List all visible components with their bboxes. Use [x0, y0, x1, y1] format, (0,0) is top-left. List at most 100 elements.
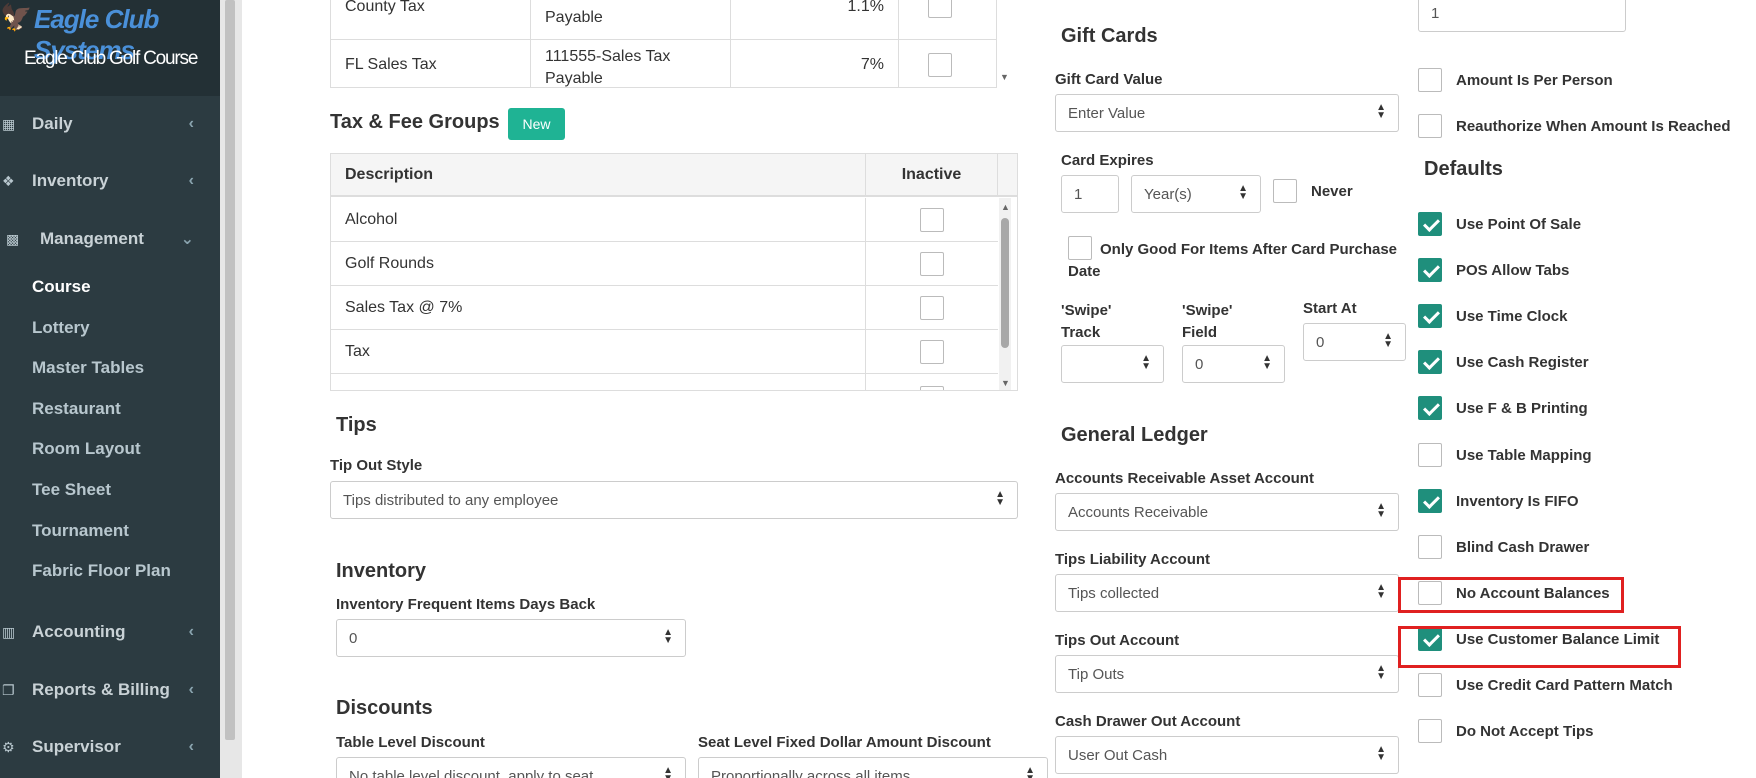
table-row[interactable]: Tax: [331, 330, 998, 374]
sidebar-subitem-lottery[interactable]: Lottery: [32, 318, 90, 338]
default-option-checkbox[interactable]: [1418, 396, 1442, 420]
tax-name: County Tax: [331, 0, 531, 39]
table-level-discount-select[interactable]: No table level discount, apply to seat ▲…: [336, 757, 686, 778]
group-inactive-cell: [866, 198, 998, 241]
amount-per-person-checkbox[interactable]: [1418, 68, 1442, 92]
scroll-up-arrow-icon[interactable]: ▲: [1001, 202, 1010, 212]
sidebar-subitem-fabric-floor-plan[interactable]: Fabric Floor Plan: [32, 561, 171, 581]
sidebar-item-label: Daily: [32, 114, 73, 133]
gear-icon: ⚙: [2, 738, 15, 755]
tips-liability-select[interactable]: Tips collected ▲ ▼: [1055, 574, 1399, 612]
scroll-down-arrow-icon[interactable]: ▼: [1001, 378, 1010, 388]
default-option-label: Use Time Clock: [1456, 307, 1568, 325]
never-expires-checkbox-row[interactable]: Never: [1273, 179, 1353, 203]
brand-header[interactable]: 🦅 Eagle Club Systems Eagle Club Golf Cou…: [0, 0, 220, 96]
inactive-checkbox[interactable]: [920, 251, 944, 276]
inactive-checkbox[interactable]: [928, 53, 952, 77]
ar-account-select[interactable]: Accounts Receivable ▲ ▼: [1055, 493, 1399, 531]
inactive-checkbox[interactable]: [920, 207, 944, 232]
tax-inactive-cell: [899, 40, 981, 87]
card-expires-number-input[interactable]: 1: [1061, 175, 1119, 213]
sidebar-item-reports-billing[interactable]: ❐ Reports & Billing ‹: [0, 665, 220, 715]
sidebar-subitem-master-tables[interactable]: Master Tables: [32, 358, 144, 378]
default-option-checkbox[interactable]: [1418, 535, 1442, 559]
reauthorize-checkbox[interactable]: [1418, 114, 1442, 138]
inventory-title: Inventory: [336, 560, 427, 582]
start-at-label: Start At: [1303, 300, 1357, 317]
inventory-days-back-select[interactable]: 0 ▲ ▼: [336, 619, 686, 657]
new-tax-fee-group-button[interactable]: New: [508, 108, 565, 140]
inactive-checkbox[interactable]: [920, 339, 944, 364]
group-inactive-cell: [866, 374, 998, 390]
seat-level-discount-value: Proportionally across all items: [711, 767, 911, 778]
default-option-row[interactable]: Do Not Accept Tips: [1418, 719, 1594, 743]
default-option-row[interactable]: Use Credit Card Pattern Match: [1418, 673, 1673, 697]
sidebar-item-accounting[interactable]: ▥ Accounting ‹: [0, 607, 220, 657]
default-option-checkbox[interactable]: [1418, 304, 1442, 328]
tips-out-select[interactable]: Tip Outs ▲ ▼: [1055, 655, 1399, 693]
default-option-row[interactable]: Use Table Mapping: [1418, 443, 1592, 467]
tip-out-style-select[interactable]: Tips distributed to any employee ▲ ▼: [330, 481, 1018, 519]
reauthorize-row[interactable]: Reauthorize When Amount Is Reached: [1418, 114, 1730, 138]
sidebar-subitem-tee-sheet[interactable]: Tee Sheet: [32, 480, 111, 500]
table-row[interactable]: [331, 374, 998, 390]
table-row[interactable]: Alcohol: [331, 198, 998, 242]
inactive-checkbox[interactable]: [920, 386, 944, 390]
sidebar-item-daily[interactable]: ▦ Daily ‹: [0, 99, 220, 149]
amount-per-person-row[interactable]: Amount Is Per Person: [1418, 68, 1613, 92]
default-option-checkbox[interactable]: [1418, 258, 1442, 282]
default-option-checkbox[interactable]: [1418, 212, 1442, 236]
sidebar-subitem-room-layout[interactable]: Room Layout: [32, 439, 141, 459]
default-option-row[interactable]: Use F & B Printing: [1418, 396, 1588, 420]
seat-level-discount-select[interactable]: Proportionally across all items ▲▼: [698, 757, 1048, 778]
table-row[interactable]: Sales Tax @ 7%: [331, 286, 998, 330]
sidebar-subitem-course[interactable]: Course: [32, 277, 91, 297]
default-option-row[interactable]: Use Time Clock: [1418, 304, 1567, 328]
default-option-checkbox[interactable]: [1418, 489, 1442, 513]
dashboard-icon: ▩: [6, 230, 20, 247]
col-inactive-header: Inactive: [866, 154, 998, 195]
cash-drawer-out-select[interactable]: User Out Cash ▲ ▼: [1055, 736, 1399, 774]
card-expires-unit-select[interactable]: Year(s) ▲ ▼: [1131, 175, 1261, 213]
sidebar-item-supervisor[interactable]: ⚙ Supervisor ‹: [0, 722, 220, 772]
sidebar-scrollbar[interactable]: [225, 0, 235, 740]
default-option-row[interactable]: Use Cash Register: [1418, 350, 1589, 374]
cash-drawer-out-label: Cash Drawer Out Account: [1055, 713, 1241, 730]
default-option-checkbox[interactable]: [1418, 350, 1442, 374]
defaults-title: Defaults: [1424, 158, 1503, 180]
default-option-checkbox[interactable]: [1418, 673, 1442, 697]
start-at-select[interactable]: 0 ▲ ▼: [1303, 323, 1406, 361]
group-inactive-cell: [866, 242, 998, 285]
only-good-after-purchase-row[interactable]: Only Good For Items After Card Purchase …: [1068, 236, 1408, 283]
never-checkbox[interactable]: [1273, 179, 1297, 203]
sidebar-item-inventory[interactable]: ❖ Inventory ‹: [0, 156, 220, 206]
tip-out-style-value: Tips distributed to any employee: [343, 491, 559, 509]
inventory-days-back-label: Inventory Frequent Items Days Back: [336, 596, 596, 613]
inactive-checkbox[interactable]: [928, 0, 952, 18]
default-option-label: Use Point Of Sale: [1456, 215, 1582, 233]
swipe-track-select[interactable]: ▲ ▼: [1061, 345, 1164, 383]
highlight-no-account-balances: [1398, 577, 1624, 613]
default-option-label: Use Credit Card Pattern Match: [1456, 676, 1673, 694]
sidebar-subitem-tournament[interactable]: Tournament: [32, 521, 129, 541]
sidebar-item-label: Reports & Billing: [32, 680, 170, 699]
scrollbar-thumb[interactable]: [1001, 218, 1009, 348]
default-option-row[interactable]: POS Allow Tabs: [1418, 258, 1569, 282]
sidebar-item-management[interactable]: ▩ Management ⌄: [0, 214, 220, 264]
default-option-row[interactable]: Blind Cash Drawer: [1418, 535, 1589, 559]
inactive-checkbox[interactable]: [920, 295, 944, 320]
default-option-checkbox[interactable]: [1418, 719, 1442, 743]
default-option-row[interactable]: Inventory Is FIFO: [1418, 489, 1579, 513]
amount-input[interactable]: 1: [1418, 0, 1626, 32]
select-caret-icon: ▲▼: [1376, 663, 1386, 682]
table-row[interactable]: Golf Rounds: [331, 242, 998, 286]
scroll-down-arrow-icon[interactable]: ▼: [1000, 72, 1009, 82]
group-description-partial: [331, 374, 866, 390]
swipe-field-select[interactable]: 0 ▲ ▼: [1182, 345, 1285, 383]
only-good-after-purchase-checkbox[interactable]: [1068, 236, 1092, 260]
default-option-checkbox[interactable]: [1418, 443, 1442, 467]
default-option-row[interactable]: Use Point Of Sale: [1418, 212, 1581, 236]
gift-card-value-input[interactable]: Enter Value ▲ ▼: [1055, 94, 1399, 132]
groups-scrollbar[interactable]: ▲ ▼: [999, 198, 1011, 390]
sidebar-subitem-restaurant[interactable]: Restaurant: [32, 399, 121, 419]
